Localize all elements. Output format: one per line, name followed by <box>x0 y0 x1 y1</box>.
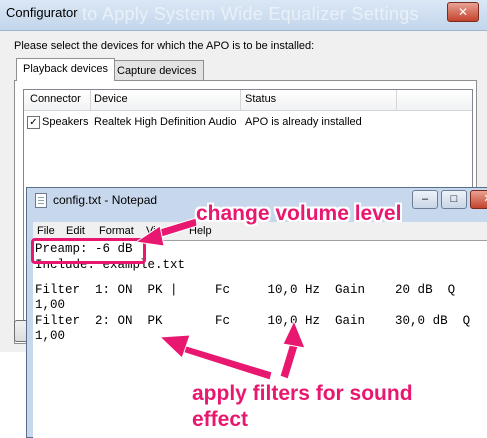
configurator-titlebar[interactable]: Configurator to Apply System Wide Equali… <box>0 0 487 31</box>
maximize-button[interactable]: □ <box>441 190 467 209</box>
device-row[interactable]: ✓ Speakers Realtek High Definition Audio… <box>24 114 472 132</box>
tab-playback-devices[interactable]: Playback devices <box>16 58 115 81</box>
minimize-button[interactable]: – <box>412 190 438 209</box>
device-cell: Realtek High Definition Audio <box>94 116 237 128</box>
column-status[interactable]: Status <box>245 93 276 105</box>
column-divider[interactable] <box>396 90 397 110</box>
preamp-highlight-box <box>31 238 146 264</box>
device-prompt: Please select the devices for which the … <box>14 40 315 52</box>
close-button[interactable]: ✕ <box>470 190 487 209</box>
device-list-header: Connector Device Status <box>24 90 472 111</box>
tab-capture-devices[interactable]: Capture devices <box>110 60 204 81</box>
device-checkbox[interactable]: ✓ <box>27 116 40 129</box>
notepad-icon <box>35 193 47 208</box>
configurator-title: Configurator <box>6 5 78 20</box>
config-line-filter-2: Filter 2: ON PK Fc 10,0 Hz Gain 30,0 dB … <box>35 314 471 328</box>
column-device[interactable]: Device <box>94 93 128 105</box>
menu-view[interactable]: View <box>146 222 170 240</box>
status-cell: APO is already installed <box>245 116 362 128</box>
notepad-title: config.txt - Notepad <box>53 193 158 207</box>
configurator-close-button[interactable]: ✕ <box>447 2 479 22</box>
connector-cell: Speakers <box>42 116 89 128</box>
annotation-filters-line1: apply filters for sound <box>192 382 413 405</box>
config-line-filter-1-q: 1,00 <box>35 298 66 312</box>
configurator-ghost-title: to Apply System Wide Equalizer Settings <box>82 4 419 24</box>
column-divider[interactable] <box>240 90 241 110</box>
column-divider[interactable] <box>90 90 91 110</box>
annotation-filters-line2: effect <box>192 408 249 431</box>
column-connector[interactable]: Connector <box>30 93 81 105</box>
config-line-filter-1: Filter 1: ON PK | Fc 10,0 Hz Gain 20 dB … <box>35 283 456 297</box>
notepad-text-area[interactable]: Preamp: -6 dB Include: example.txt Filte… <box>33 240 487 438</box>
config-line-filter-2-q: 1,00 <box>35 329 66 343</box>
annotation-volume: change volume level <box>196 202 402 225</box>
